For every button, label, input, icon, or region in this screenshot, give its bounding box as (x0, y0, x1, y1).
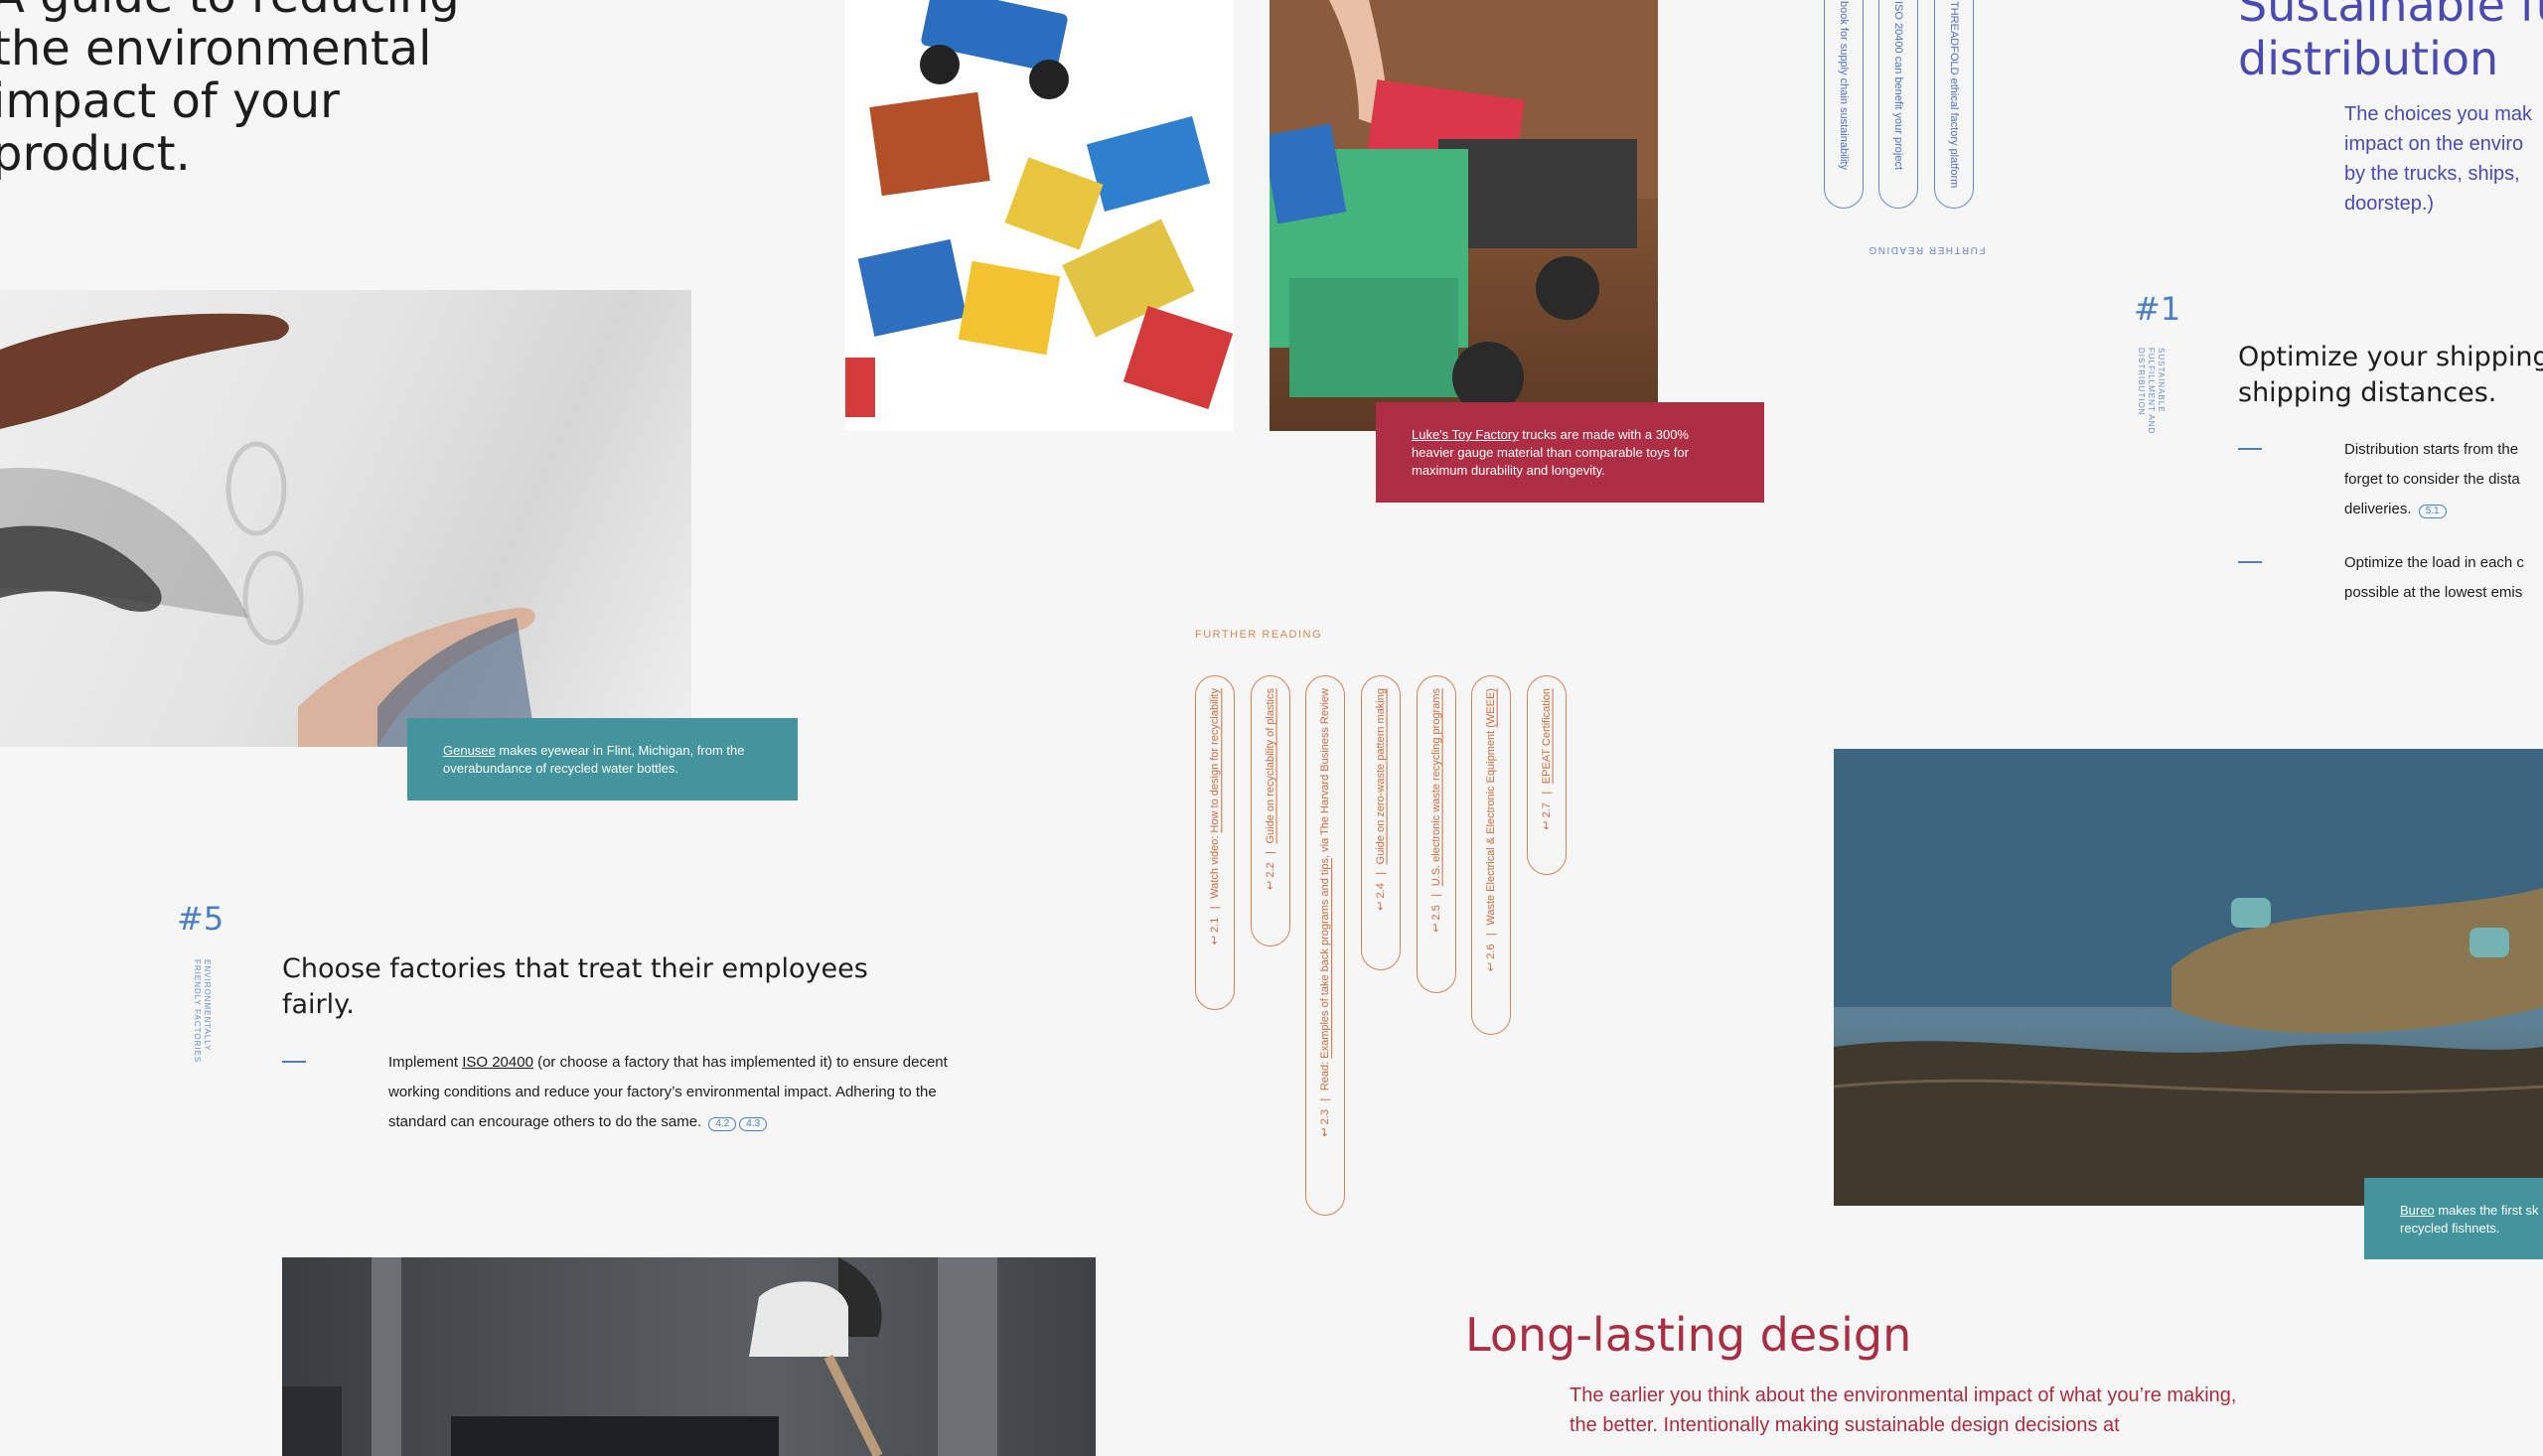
pill-2-3-text: ↩ 2.3|Read: Examples of take back progra… (1319, 688, 1331, 1137)
further-reading-link-threadfold[interactable]: THREADFOLD ethical factory platform (1934, 0, 1974, 209)
further-reading-link-iso-20400[interactable]: ISO 20400 can benefit your project (1878, 0, 1918, 209)
distribution-title: Sustainable fu distribution (2238, 0, 2543, 85)
toy-truck-illustration (1270, 0, 1658, 413)
caption-lukes-toy-factory: Luke's Toy Factory trucks are made with … (1376, 402, 1764, 503)
toy-pieces-illustration (845, 0, 1234, 417)
distribution-item-2: Optimize the load in each c possible at … (2344, 554, 2524, 601)
list-dash (2238, 561, 2262, 563)
iso-20400-link[interactable]: ISO 20400 (462, 1054, 533, 1071)
pill-2-1-text: ↩ 2.1|Watch video: How to design for rec… (1209, 688, 1221, 946)
bureo-link[interactable]: Bureo (2400, 1203, 2435, 1218)
distribution-item-1: Distribution starts from the forget to c… (2344, 441, 2520, 518)
section-tag: ENVIRONMENTALLY FRIENDLY FACTORIES (193, 959, 212, 1064)
distribution-section-heading: Optimize your shipping shipping distances… (2238, 342, 2543, 408)
lukes-toy-factory-link[interactable]: Luke's Toy Factory (1412, 427, 1519, 442)
section-heading: Choose factories that treat their employ… (282, 953, 868, 1020)
long-lasting-title: Long-lasting design (1465, 1308, 1912, 1362)
further-reading-link-2-1[interactable]: ↩ 2.1|Watch video: How to design for rec… (1195, 675, 1235, 1010)
pill-2-4-text: ↩ 2.4|Guide on zero-waste pattern making (1375, 688, 1387, 911)
pill-2-2-text: ↩ 2.2|Guide on recyclability of plastics (1265, 688, 1276, 890)
list-dash (282, 1061, 306, 1063)
pill-num: ↩ 2.1 (1209, 917, 1221, 946)
section-body: Implement ISO 20400 (or choose a factory… (388, 1054, 948, 1131)
further-reading-link-2-6[interactable]: ↩ 2.6|Waste Electrical & Electronic Equi… (1471, 675, 1511, 1035)
photo-toy-truck (1270, 0, 1658, 431)
pill-2-6-text: ↩ 2.6|Waste Electrical & Electronic Equi… (1485, 688, 1497, 972)
section-number: #1 (2134, 290, 2181, 328)
reference-badge[interactable]: 4.3 (739, 1117, 768, 1131)
section-tag: SUSTAINABLE FULFILLMENT AND DISTRIBUTION (2137, 348, 2166, 435)
eyewear-illustration (0, 313, 536, 747)
further-reading-link-2-3[interactable]: ↩ 2.3|Read: Examples of take back progra… (1305, 675, 1345, 1216)
further-reading-link-2-2[interactable]: ↩ 2.2|Guide on recyclability of plastics (1251, 675, 1290, 946)
reference-badge[interactable]: 5.1 (2418, 505, 2447, 518)
hero-title: A guide to reducing the environmental im… (0, 0, 460, 182)
caption-bureo: Bureo makes the first sk recycled fishne… (2364, 1178, 2543, 1259)
section-number: #5 (177, 900, 224, 938)
photo-desk-lamp (282, 1257, 1096, 1456)
caption-genusee: Genusee makes eyewear in Flint, Michigan… (407, 718, 798, 801)
pill-2-5-text: ↩ 2.5|U.S. electronic waste recycling pr… (1430, 688, 1442, 933)
distribution-intro: The choices you mak impact on the enviro… (2344, 103, 2532, 215)
skateboard-fishnet-illustration (1834, 749, 2543, 1206)
further-reading-link-label: book for supply chain sustainability (1838, 1, 1850, 170)
further-reading-label: FURTHER READING (1195, 629, 1323, 641)
photo-skateboard-fishnet (1834, 749, 2543, 1206)
further-reading-link-label: ISO 20400 can benefit your project (1892, 1, 1904, 170)
further-reading-label-top: FURTHER READING (1868, 244, 1986, 255)
desk-lamp-illustration (282, 1257, 997, 1456)
genusee-link[interactable]: Genusee (443, 743, 496, 758)
pill-2-7-text: ↩ 2.7|EPEAT Certification (1541, 688, 1553, 830)
photo-toy-pieces (845, 0, 1234, 431)
further-reading-link-2-4[interactable]: ↩ 2.4|Guide on zero-waste pattern making (1361, 675, 1401, 970)
further-reading-link-supply-chain[interactable]: book for supply chain sustainability (1824, 0, 1864, 209)
further-reading-link-2-7[interactable]: ↩ 2.7|EPEAT Certification (1527, 675, 1567, 875)
further-reading-link-2-5[interactable]: ↩ 2.5|U.S. electronic waste recycling pr… (1417, 675, 1456, 993)
list-dash (2238, 448, 2262, 450)
further-reading-link-label: THREADFOLD ethical factory platform (1948, 1, 1960, 189)
long-lasting-intro: The earlier you think about the environm… (1570, 1384, 2237, 1436)
photo-eyewear (0, 290, 691, 747)
reference-badge[interactable]: 4.2 (708, 1117, 737, 1131)
